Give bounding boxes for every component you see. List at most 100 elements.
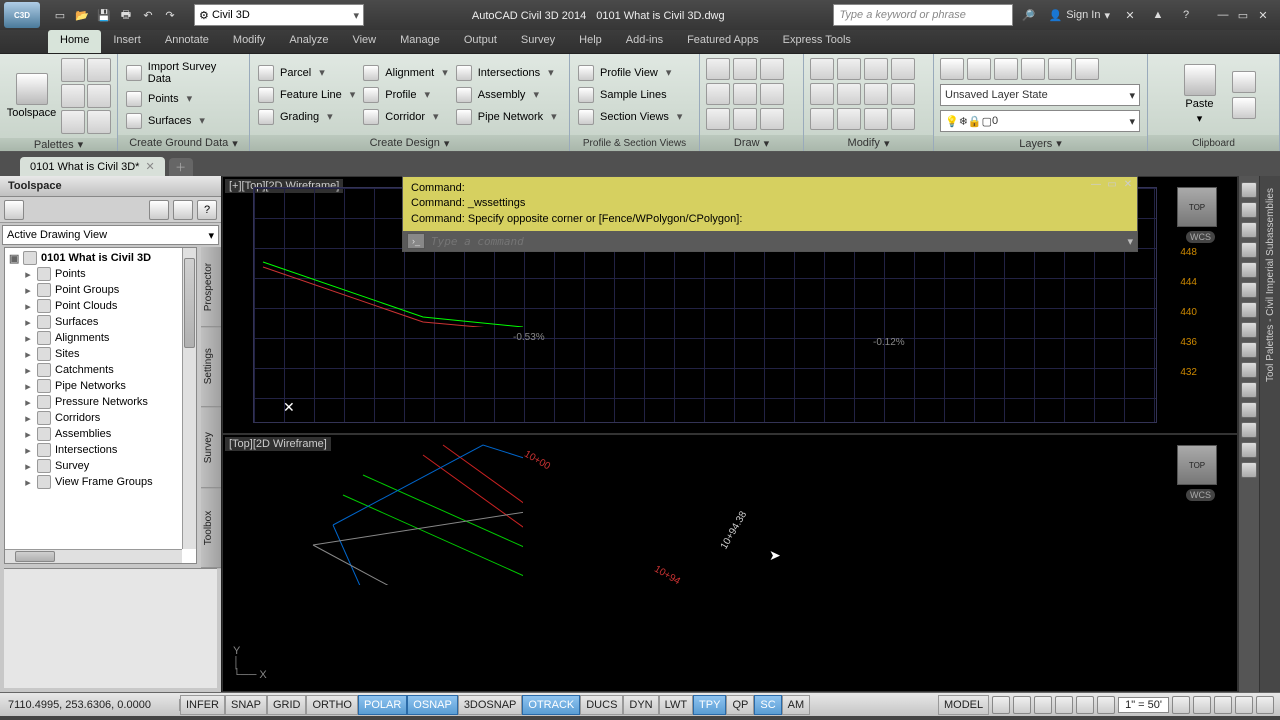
corridor-button[interactable]: Corridor▾	[361, 108, 449, 126]
modify-tool-10[interactable]	[837, 108, 861, 130]
view-cube[interactable]: TOP	[1177, 187, 1217, 227]
layer-state-dropdown[interactable]: Unsaved Layer State▾	[940, 84, 1140, 106]
chevron-down-icon[interactable]: ▾	[232, 137, 238, 150]
tree-node-point-clouds[interactable]: ▸Point Clouds	[5, 298, 196, 314]
viewport-plan[interactable]: [Top][2D Wireframe] TOP WCS 10+00 10+94 …	[222, 434, 1238, 692]
status-toggle-ducs[interactable]: DUCS	[580, 695, 623, 715]
ribbon-tab-featured-apps[interactable]: Featured Apps	[675, 30, 771, 53]
profile-view-button[interactable]: Profile View▾	[576, 64, 684, 82]
tree-node-intersections[interactable]: ▸Intersections	[5, 442, 196, 458]
cut-button[interactable]	[1232, 71, 1256, 93]
tree-node-corridors[interactable]: ▸Corridors	[5, 410, 196, 426]
rtool-1[interactable]	[1241, 182, 1257, 198]
tree-node-pipe-networks[interactable]: ▸Pipe Networks	[5, 378, 196, 394]
modify-tool-7[interactable]	[864, 83, 888, 105]
rtool-2[interactable]	[1241, 202, 1257, 218]
modify-tool-3[interactable]	[864, 58, 888, 80]
layer-btn-2[interactable]	[967, 58, 991, 80]
tree-node-surfaces[interactable]: ▸Surfaces	[5, 314, 196, 330]
assembly-button[interactable]: Assembly▾	[454, 86, 559, 104]
drawing-view-dropdown[interactable]: Active Drawing View▾	[2, 225, 219, 245]
ribbon-tab-manage[interactable]: Manage	[388, 30, 452, 53]
chevron-down-icon[interactable]: ▾	[78, 138, 84, 151]
ribbon-tab-help[interactable]: Help	[567, 30, 614, 53]
search-icon[interactable]: 🔎	[1021, 7, 1037, 23]
print-icon[interactable]: 🖶	[118, 7, 134, 23]
help-search-input[interactable]: Type a keyword or phrase	[833, 4, 1013, 26]
status-icon-8[interactable]	[1214, 696, 1232, 714]
status-icon-5[interactable]	[1076, 696, 1094, 714]
undo-icon[interactable]: ↶	[140, 7, 156, 23]
app-menu-button[interactable]: C3D	[4, 2, 40, 28]
draw-tool-1[interactable]	[706, 58, 730, 80]
maximize-button[interactable]: ▭	[1234, 7, 1252, 23]
ribbon-tab-view[interactable]: View	[340, 30, 388, 53]
toolspace-tab-prospector[interactable]: Prospector	[201, 247, 221, 327]
tree-node-point-groups[interactable]: ▸Point Groups	[5, 282, 196, 298]
new-tab-button[interactable]: ＋	[169, 158, 193, 176]
ribbon-tab-output[interactable]: Output	[452, 30, 509, 53]
draw-tool-2[interactable]	[733, 58, 757, 80]
cmd-minimize-icon[interactable]: —	[1089, 179, 1103, 191]
status-icon-6[interactable]	[1172, 696, 1190, 714]
layer-props-button[interactable]	[940, 58, 964, 80]
status-toggle-infer[interactable]: INFER	[180, 695, 225, 715]
help-icon[interactable]: ?	[1178, 7, 1194, 23]
rtool-3[interactable]	[1241, 222, 1257, 238]
intersections-button[interactable]: Intersections▾	[454, 64, 559, 82]
new-icon[interactable]: ▭	[52, 7, 68, 23]
rtool-14[interactable]	[1241, 442, 1257, 458]
status-toggle-snap[interactable]: SNAP	[225, 695, 267, 715]
ribbon-tab-survey[interactable]: Survey	[509, 30, 567, 53]
modify-tool-2[interactable]	[837, 58, 861, 80]
status-icon-1[interactable]	[992, 696, 1010, 714]
rtool-8[interactable]	[1241, 322, 1257, 338]
points-button[interactable]: Points▾	[124, 90, 243, 108]
annotation-scale-icon[interactable]	[1097, 696, 1115, 714]
ribbon-tab-add-ins[interactable]: Add-ins	[614, 30, 675, 53]
rtool-13[interactable]	[1241, 422, 1257, 438]
tree-scrollbar-vertical[interactable]	[182, 248, 196, 549]
rtool-6[interactable]	[1241, 282, 1257, 298]
ts-toolbar-btn-1[interactable]	[4, 200, 24, 220]
status-toggle-am[interactable]: AM	[782, 695, 811, 715]
toolspace-tab-toolbox[interactable]: Toolbox	[201, 488, 221, 568]
rtool-15[interactable]	[1241, 462, 1257, 478]
document-tab[interactable]: 0101 What is Civil 3D*✕	[20, 157, 165, 176]
chevron-down-icon[interactable]: ▾	[444, 137, 450, 150]
modify-tool-1[interactable]	[810, 58, 834, 80]
layer-btn-4[interactable]	[1021, 58, 1045, 80]
tree-node-points[interactable]: ▸Points	[5, 266, 196, 282]
draw-tool-4[interactable]	[706, 83, 730, 105]
grading-button[interactable]: Grading▾	[256, 108, 357, 126]
modify-tool-5[interactable]	[810, 83, 834, 105]
status-toggle-grid[interactable]: GRID	[267, 695, 307, 715]
annotation-scale-dropdown[interactable]: 1" = 50'	[1118, 697, 1169, 713]
status-toggle-polar[interactable]: POLAR	[358, 695, 407, 715]
paste-button[interactable]: Paste▾	[1172, 58, 1228, 131]
parcel-button[interactable]: Parcel▾	[256, 64, 357, 82]
palette-btn-2[interactable]	[87, 58, 111, 82]
minimize-button[interactable]: —	[1214, 7, 1232, 23]
surfaces-button[interactable]: Surfaces▾	[124, 112, 243, 130]
tree-node-assemblies[interactable]: ▸Assemblies	[5, 426, 196, 442]
drawing-area[interactable]: — ▭ ✕ Command:Command: _wssettingsComman…	[222, 176, 1238, 692]
tree-node-view-frame-groups[interactable]: ▸View Frame Groups	[5, 474, 196, 490]
status-icon-9[interactable]	[1235, 696, 1253, 714]
tree-root[interactable]: ▣0101 What is Civil 3D	[5, 250, 196, 266]
status-icon-7[interactable]	[1193, 696, 1211, 714]
pipe-network-button[interactable]: Pipe Network▾	[454, 108, 559, 126]
import-survey-data-button[interactable]: Import Survey Data	[124, 60, 243, 86]
command-window[interactable]: — ▭ ✕ Command:Command: _wssettingsComman…	[402, 176, 1138, 252]
modify-tool-11[interactable]	[864, 108, 888, 130]
cmd-maximize-icon[interactable]: ▭	[1105, 179, 1119, 191]
tree-scrollbar-horizontal[interactable]	[5, 549, 182, 563]
close-button[interactable]: ✕	[1254, 7, 1272, 23]
status-toggle-3dosnap[interactable]: 3DOSNAP	[458, 695, 523, 715]
chevron-down-icon[interactable]: ▾	[1056, 137, 1062, 150]
ts-toolbar-btn-2[interactable]	[149, 200, 169, 220]
modify-tool-4[interactable]	[891, 58, 915, 80]
tree-node-sites[interactable]: ▸Sites	[5, 346, 196, 362]
model-space-button[interactable]: MODEL	[938, 695, 989, 715]
status-toggle-ortho[interactable]: ORTHO	[306, 695, 358, 715]
